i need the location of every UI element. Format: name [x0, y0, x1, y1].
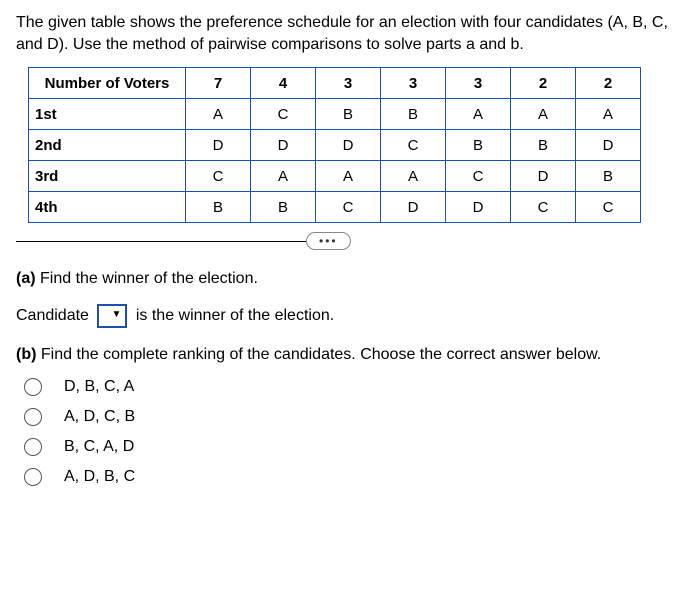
cell: A — [511, 99, 576, 130]
voter-count: 3 — [446, 68, 511, 99]
voter-count: 2 — [511, 68, 576, 99]
voter-count: 7 — [186, 68, 251, 99]
part-b-options: D, B, C, A A, D, C, B B, C, A, D A, D, B… — [16, 378, 684, 486]
cell: B — [576, 161, 641, 192]
option-row[interactable]: A, D, C, B — [24, 408, 684, 426]
part-a-text: Find the winner of the election. — [40, 270, 258, 287]
option-row[interactable]: D, B, C, A — [24, 378, 684, 396]
cell: C — [316, 192, 381, 223]
option-label: A, D, B, C — [64, 468, 135, 486]
cell: A — [186, 99, 251, 130]
radio-icon[interactable] — [24, 378, 42, 396]
rank-label: 4th — [29, 192, 186, 223]
option-row[interactable]: A, D, B, C — [24, 468, 684, 486]
voter-count: 3 — [316, 68, 381, 99]
preference-table: Number of Voters 7 4 3 3 3 2 2 1st A C B… — [28, 67, 641, 223]
cell: D — [186, 130, 251, 161]
radio-icon[interactable] — [24, 468, 42, 486]
cell: D — [576, 130, 641, 161]
table-header-row: Number of Voters 7 4 3 3 3 2 2 — [29, 68, 641, 99]
option-label: D, B, C, A — [64, 378, 134, 396]
option-row[interactable]: B, C, A, D — [24, 438, 684, 456]
table-row: 1st A C B B A A A — [29, 99, 641, 130]
part-a-label: (a) — [16, 270, 36, 287]
part-a: (a) Find the winner of the election. — [16, 270, 684, 288]
cell: A — [381, 161, 446, 192]
expand-button[interactable]: ••• — [306, 232, 351, 250]
cell: B — [316, 99, 381, 130]
rank-label: 2nd — [29, 130, 186, 161]
cell: A — [576, 99, 641, 130]
cell: C — [446, 161, 511, 192]
part-b: (b) Find the complete ranking of the can… — [16, 346, 684, 364]
cell: D — [381, 192, 446, 223]
cell: C — [381, 130, 446, 161]
radio-icon[interactable] — [24, 438, 42, 456]
cell: B — [446, 130, 511, 161]
cell: C — [186, 161, 251, 192]
cell: B — [251, 192, 316, 223]
part-a-answer-line: Candidate is the winner of the election. — [16, 304, 684, 328]
cell: D — [511, 161, 576, 192]
cell: A — [251, 161, 316, 192]
voter-count: 2 — [576, 68, 641, 99]
voter-count: 3 — [381, 68, 446, 99]
table-row: 3rd C A A A C D B — [29, 161, 641, 192]
cell: D — [251, 130, 316, 161]
part-b-label: (b) — [16, 346, 36, 363]
option-label: A, D, C, B — [64, 408, 135, 426]
header-label: Number of Voters — [29, 68, 186, 99]
cell: C — [251, 99, 316, 130]
problem-intro: The given table shows the preference sch… — [16, 12, 684, 55]
table-row: 4th B B C D D C C — [29, 192, 641, 223]
cell: C — [576, 192, 641, 223]
divider: ••• — [16, 241, 684, 242]
answer-prefix: Candidate — [16, 307, 89, 324]
option-label: B, C, A, D — [64, 438, 134, 456]
candidate-dropdown[interactable] — [97, 304, 127, 328]
part-b-text: Find the complete ranking of the candida… — [41, 346, 601, 363]
cell: B — [381, 99, 446, 130]
table-row: 2nd D D D C B B D — [29, 130, 641, 161]
answer-suffix: is the winner of the election. — [136, 307, 334, 324]
cell: D — [316, 130, 381, 161]
rank-label: 1st — [29, 99, 186, 130]
cell: D — [446, 192, 511, 223]
radio-icon[interactable] — [24, 408, 42, 426]
rank-label: 3rd — [29, 161, 186, 192]
voter-count: 4 — [251, 68, 316, 99]
cell: B — [511, 130, 576, 161]
cell: B — [186, 192, 251, 223]
cell: C — [511, 192, 576, 223]
cell: A — [316, 161, 381, 192]
cell: A — [446, 99, 511, 130]
